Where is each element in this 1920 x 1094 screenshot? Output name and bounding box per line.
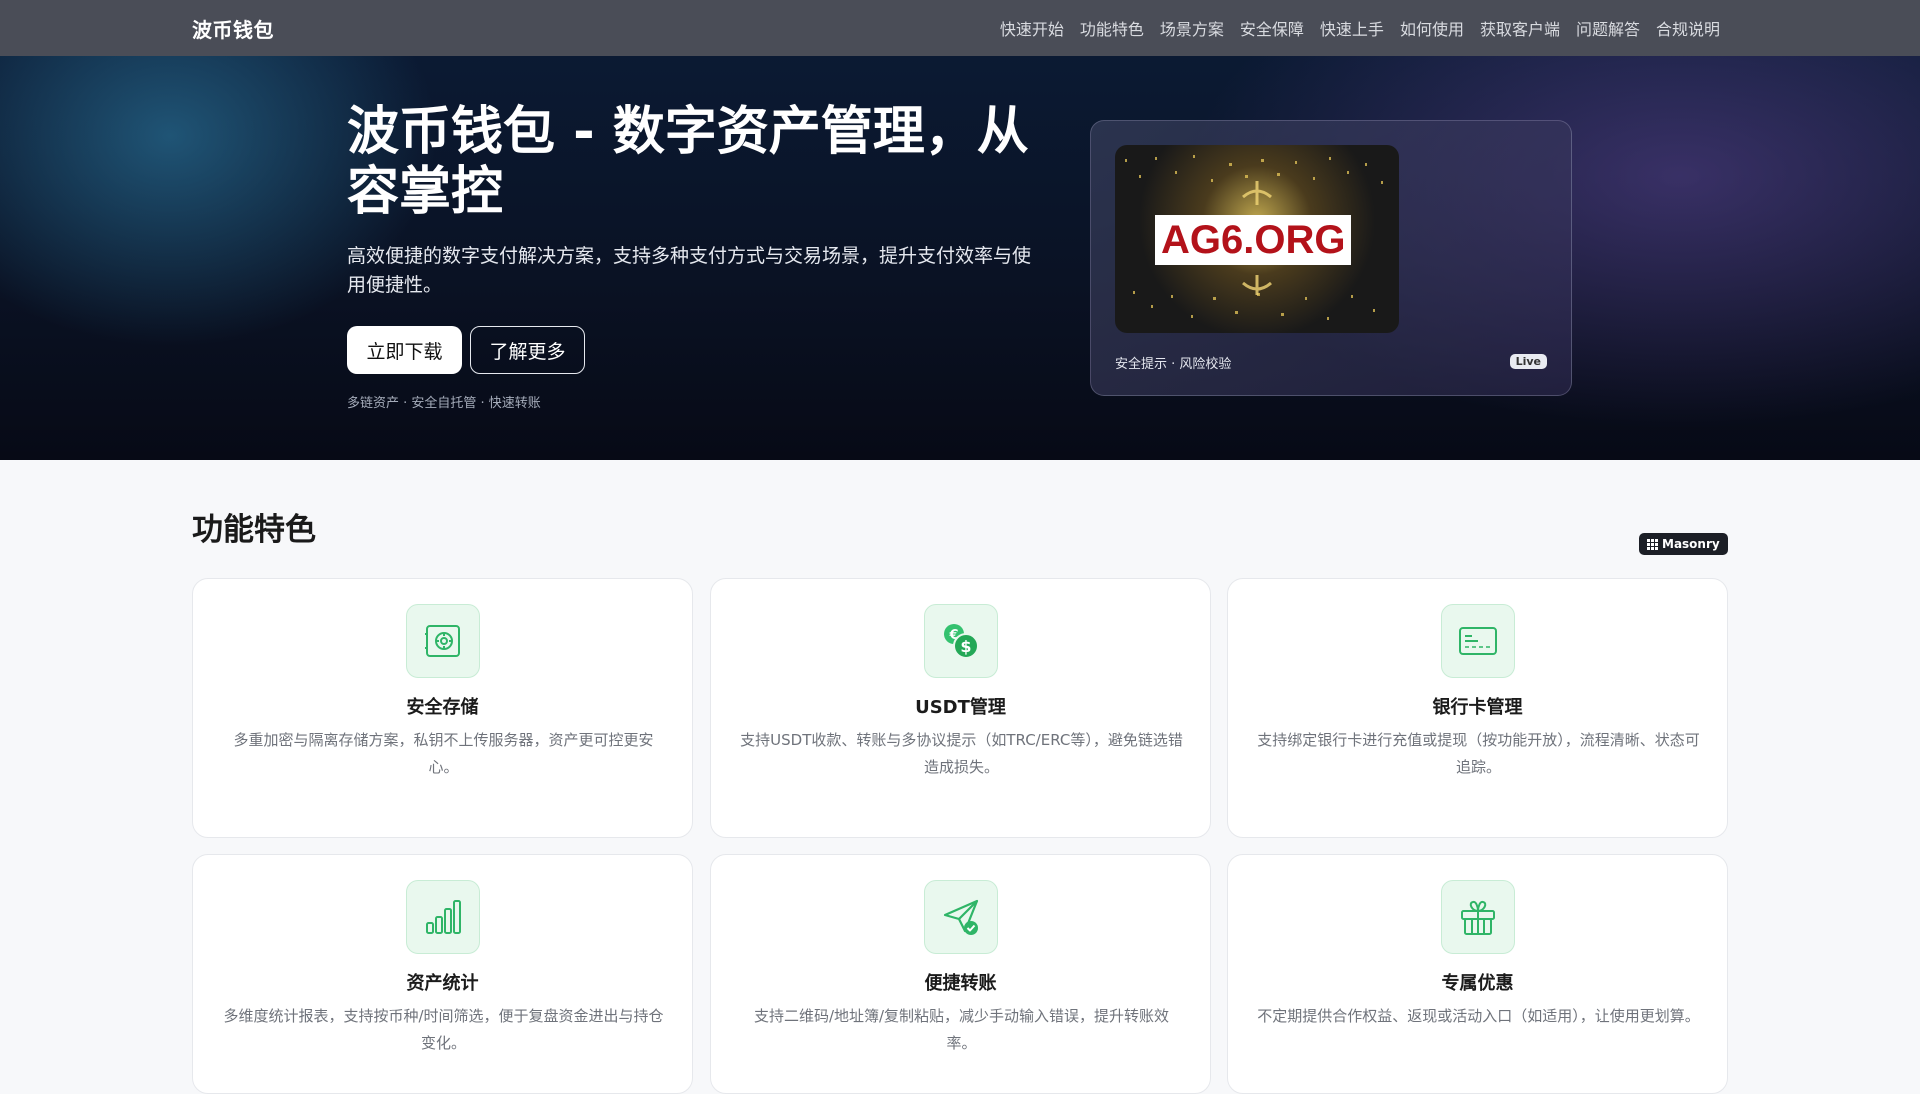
nav-link-quick-start[interactable]: 快速开始 xyxy=(1000,16,1064,40)
hero-subtitle: 高效便捷的数字支付解决方案，支持多种支付方式与交易场景，提升支付效率与使用便捷性… xyxy=(347,245,1032,296)
nav-link-how-to-use[interactable]: 如何使用 xyxy=(1400,16,1464,40)
feature-title: 银行卡管理 xyxy=(1432,697,1523,718)
download-button[interactable]: 立即下载 xyxy=(347,326,462,374)
preview-image: AG6.ORG xyxy=(1115,145,1399,333)
features-title: 功能特色 xyxy=(192,512,316,548)
feature-title: 资产统计 xyxy=(406,973,479,994)
live-caption: 安全提示 · 风险校验 xyxy=(1115,357,1232,372)
masonry-badge-label: Masonry xyxy=(1662,537,1720,551)
hero-tags: 多链资产 · 安全自托管 · 快速转账 xyxy=(347,396,541,411)
gift-icon xyxy=(1441,880,1515,954)
feature-card-bank-card[interactable]: 银行卡管理 支持绑定银行卡进行充值或提现（按功能开放），流程清晰、状态可追踪。 xyxy=(1227,578,1728,838)
send-icon xyxy=(924,880,998,954)
learn-more-button[interactable]: 了解更多 xyxy=(470,326,585,374)
feature-title: 安全存储 xyxy=(406,697,479,718)
feature-desc: 支持绑定银行卡进行充值或提现（按功能开放），流程清晰、状态可追踪。 xyxy=(1257,731,1700,776)
nav-link-features[interactable]: 功能特色 xyxy=(1080,16,1144,40)
bar-chart-icon xyxy=(406,880,480,954)
nav-link-getting-started[interactable]: 快速上手 xyxy=(1320,16,1384,40)
bank-card-icon xyxy=(1441,604,1515,678)
masonry-badge: Masonry xyxy=(1639,533,1728,555)
hero-title: 波币钱包 - 数字资产管理，从容掌控 xyxy=(347,102,1029,222)
live-badge: Live xyxy=(1509,354,1547,369)
live-preview-card: AG6.ORG 安全提示 · 风险校验 Live xyxy=(1090,120,1572,396)
svg-text:$: $ xyxy=(960,637,971,656)
feature-title: 专属优惠 xyxy=(1441,973,1514,994)
nav-link-get-client[interactable]: 获取客户端 xyxy=(1480,16,1560,40)
feature-card-secure-storage[interactable]: 安全存储 多重加密与隔离存储方案，私钥不上传服务器，资产更可控更安心。 xyxy=(192,578,693,838)
nav-link-scenarios[interactable]: 场景方案 xyxy=(1160,16,1224,40)
coins-icon: € $ xyxy=(924,604,998,678)
feature-title: 便捷转账 xyxy=(924,973,997,994)
feature-card-usdt[interactable]: € $ USDT管理 支持USDT收款、转账与多协议提示（如TRC/ERC等），… xyxy=(710,578,1211,838)
feature-desc: 多重加密与隔离存储方案，私钥不上传服务器，资产更可控更安心。 xyxy=(233,731,654,776)
nav-link-faq[interactable]: 问题解答 xyxy=(1576,16,1640,40)
hero-section: 波币钱包 - 数字资产管理，从容掌控 高效便捷的数字支付解决方案，支持多种支付方… xyxy=(0,56,1920,460)
safe-icon xyxy=(406,604,480,678)
nav-link-compliance[interactable]: 合规说明 xyxy=(1656,16,1720,40)
feature-desc: 多维度统计报表，支持按币种/时间筛选，便于复盘资金进出与持仓变化。 xyxy=(223,1007,664,1052)
top-nav: 波币钱包 快速开始 功能特色 场景方案 安全保障 快速上手 如何使用 获取客户端… xyxy=(0,0,1920,56)
feature-card-exclusive-offers[interactable]: 专属优惠 不定期提供合作权益、返现或活动入口（如适用），让使用更划算。 xyxy=(1227,854,1728,1094)
feature-desc: 支持USDT收款、转账与多协议提示（如TRC/ERC等），避免链选错造成损失。 xyxy=(740,731,1183,776)
feature-card-asset-stats[interactable]: 资产统计 多维度统计报表，支持按币种/时间筛选，便于复盘资金进出与持仓变化。 xyxy=(192,854,693,1094)
feature-card-quick-transfer[interactable]: 便捷转账 支持二维码/地址簿/复制粘贴，减少手动输入错误，提升转账效率。 xyxy=(710,854,1211,1094)
nav-links: 快速开始 功能特色 场景方案 安全保障 快速上手 如何使用 获取客户端 问题解答… xyxy=(1000,0,1720,56)
grid-icon xyxy=(1647,538,1658,550)
brand-logo[interactable]: 波币钱包 xyxy=(192,0,274,56)
feature-desc: 不定期提供合作权益、返现或活动入口（如适用），让使用更划算。 xyxy=(1257,1007,1700,1025)
nav-link-security[interactable]: 安全保障 xyxy=(1240,16,1304,40)
feature-title: USDT管理 xyxy=(915,697,1006,718)
feature-desc: 支持二维码/地址簿/复制粘贴，减少手动输入错误，提升转账效率。 xyxy=(753,1007,1170,1052)
watermark-label: AG6.ORG xyxy=(1155,215,1352,265)
